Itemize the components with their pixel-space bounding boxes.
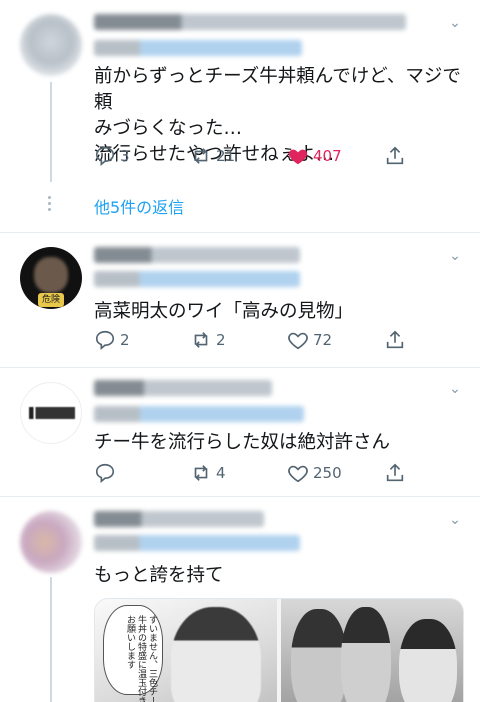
like-button[interactable]: 72 (287, 329, 332, 351)
thread-line (50, 577, 52, 702)
like-button[interactable]: 407 (287, 145, 342, 167)
reply-icon (95, 146, 115, 167)
reply-button[interactable]: 3 (94, 145, 130, 167)
chevron-down-icon[interactable]: ⌄ (448, 249, 462, 263)
media-card[interactable]: すいません、三色チーズ牛丼の特盛に温玉付きをお願いします (94, 598, 464, 702)
user-name-row[interactable] (94, 511, 264, 527)
avatar[interactable] (20, 14, 82, 76)
avatar-badge: 危険 (38, 293, 64, 307)
retweet-icon (194, 148, 208, 164)
retweet-icon (194, 332, 208, 348)
more-replies-link[interactable]: 他5件の返信 (94, 194, 184, 218)
thread-dots-icon (48, 196, 52, 214)
like-count: 72 (313, 331, 333, 349)
tweet-text: もっと誇を持て (94, 565, 224, 586)
manga-face (341, 607, 391, 702)
tweet-text: 前からずっとチーズ牛丼頼んでけど、マジで頼 みづらくなった… 流行らせたやつ許せ… (94, 66, 461, 165)
reply-to-row[interactable] (94, 40, 302, 56)
share-icon (386, 463, 404, 482)
reply-icon (95, 463, 115, 484)
reply-button[interactable] (94, 462, 120, 484)
tweet-1[interactable]: ⌄ 前からずっとチーズ牛丼頼んでけど、マジで頼 みづらくなった… 流行らせたやつ… (0, 0, 480, 232)
like-button[interactable]: 250 (287, 462, 342, 484)
manga-panel-left[interactable]: すいません、三色チーズ牛丼の特盛に温玉付きをお願いします (95, 599, 277, 702)
share-button[interactable] (384, 329, 406, 351)
heart-filled-icon (288, 149, 308, 165)
user-name-row[interactable] (94, 380, 272, 396)
reply-count: 2 (120, 331, 130, 349)
retweet-count: 21 (216, 147, 236, 165)
tweet-2[interactable]: 危険 ⌄ 高菜明太のワイ「高みの見物」 2 2 72 (0, 233, 480, 367)
retweet-button[interactable]: 4 (190, 462, 226, 484)
reply-icon (95, 330, 115, 351)
reply-to-row[interactable] (94, 535, 300, 551)
manga-face (399, 619, 457, 702)
share-button[interactable] (384, 462, 406, 484)
share-button[interactable] (384, 145, 406, 167)
speech-bubble-text: すいません、三色チーズ牛丼の特盛に温玉付きをお願いします (125, 615, 157, 702)
tweet-3[interactable]: ⌄ チー牛を流行らした奴は絶対許さん 4 250 (0, 368, 480, 496)
like-count: 407 (313, 147, 342, 165)
share-icon (386, 330, 404, 349)
thread-line (50, 82, 52, 182)
user-name-row[interactable] (94, 247, 300, 263)
retweet-button[interactable]: 21 (190, 145, 235, 167)
reply-to-row[interactable] (94, 406, 304, 422)
user-name-row[interactable] (94, 14, 406, 30)
manga-panel-right[interactable] (281, 599, 463, 702)
chevron-down-icon[interactable]: ⌄ (448, 513, 462, 527)
retweet-button[interactable]: 2 (190, 329, 226, 351)
reply-count: 3 (120, 147, 130, 165)
manga-face (291, 609, 347, 702)
reply-button[interactable]: 2 (94, 329, 130, 351)
chevron-down-icon[interactable]: ⌄ (448, 382, 462, 396)
retweet-count: 4 (216, 464, 226, 482)
avatar-face (34, 257, 68, 293)
avatar[interactable] (20, 511, 82, 573)
avatar[interactable]: 危険 (20, 247, 82, 309)
like-count: 250 (313, 464, 342, 482)
retweet-icon (194, 465, 208, 481)
chevron-down-icon[interactable]: ⌄ (448, 16, 462, 30)
avatar[interactable] (20, 382, 82, 444)
reply-to-row[interactable] (94, 271, 300, 287)
avatar-logo (29, 407, 75, 419)
share-icon (386, 146, 404, 165)
tweet-text: 高菜明太のワイ「高みの見物」 (94, 301, 354, 322)
retweet-count: 2 (216, 331, 226, 349)
heart-icon (288, 332, 308, 350)
heart-icon (288, 465, 308, 483)
tweet-text: チー牛を流行らした奴は絶対許さん (94, 432, 391, 453)
manga-face (171, 607, 261, 702)
